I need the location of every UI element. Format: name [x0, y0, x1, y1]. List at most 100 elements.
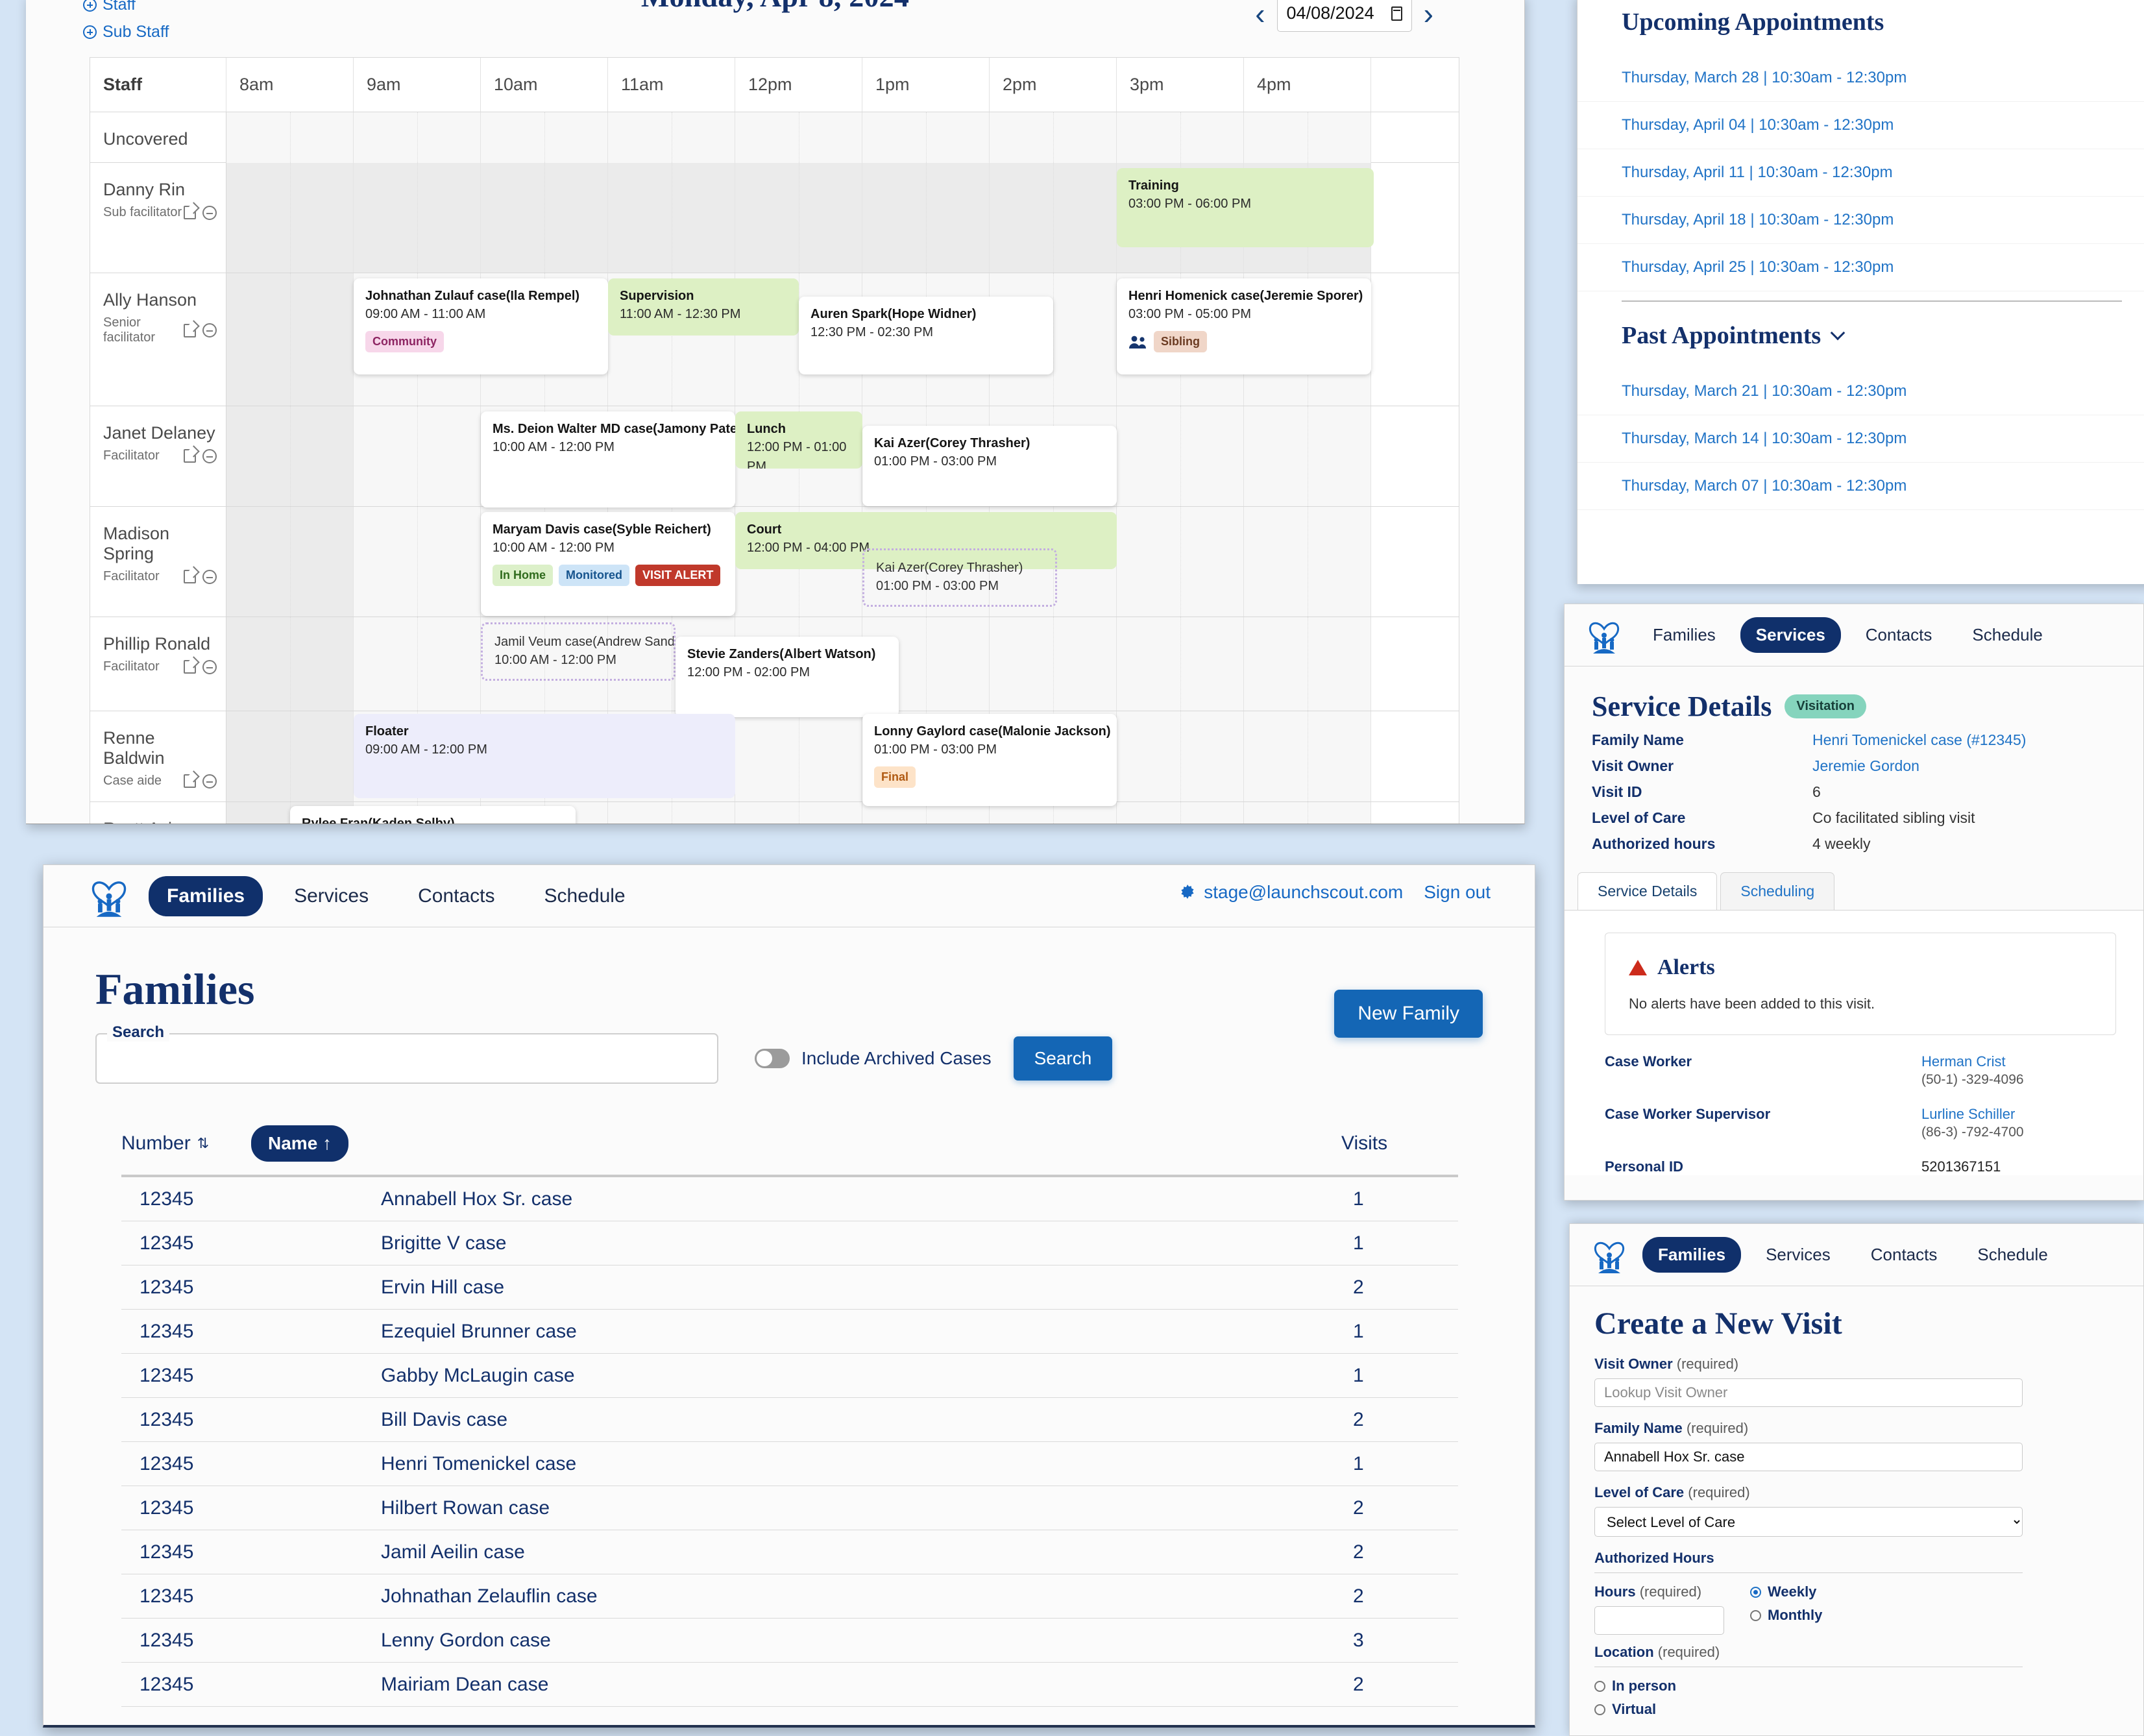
- calendar-hour-cell[interactable]: [862, 163, 990, 273]
- cell-name[interactable]: Annabell Hox Sr. case: [251, 1188, 1341, 1210]
- table-row[interactable]: 12345 Henri Tomenickel case 1: [121, 1442, 1458, 1486]
- calendar-hour-cell[interactable]: [735, 711, 862, 801]
- upcoming-appointment-item[interactable]: Thursday, April 18 | 10:30am - 12:30pm: [1578, 197, 2144, 244]
- gear-icon[interactable]: [1179, 884, 1196, 901]
- calendar-hour-cell[interactable]: [1117, 802, 1244, 824]
- calendar-hour-cell[interactable]: [226, 711, 354, 801]
- calendar-event[interactable]: Kai Azer(Corey Thrasher) 01:00 PM - 03:00…: [862, 548, 1057, 607]
- remove-icon[interactable]: [202, 323, 217, 337]
- table-row[interactable]: 12345 Gabby McLaugin case 1: [121, 1354, 1458, 1398]
- calendar-hour-cell[interactable]: [354, 507, 481, 617]
- calendar-hour-cell[interactable]: [481, 163, 608, 273]
- calendar-hour-cell[interactable]: [226, 406, 354, 506]
- remove-icon[interactable]: [202, 659, 217, 674]
- family-name-input[interactable]: [1594, 1443, 2023, 1471]
- calendar-event[interactable]: Floater 09:00 AM - 12:00 PM: [354, 714, 735, 798]
- column-header-name-button[interactable]: Name ↑: [251, 1125, 349, 1162]
- hours-input[interactable]: [1594, 1606, 1724, 1635]
- virtual-radio-row[interactable]: Virtual: [1594, 1701, 2119, 1718]
- calendar-track[interactable]: Rylee Fran(Kaden Selby)08:30 AM - 11:30 …: [226, 802, 1459, 824]
- nav-schedule[interactable]: Schedule: [526, 876, 644, 916]
- upcoming-appointment-item[interactable]: Thursday, March 28 | 10:30am - 12:30pm: [1578, 55, 2144, 102]
- user-email[interactable]: stage@launchscout.com: [1179, 882, 1403, 903]
- edit-icon[interactable]: [184, 323, 196, 337]
- in-person-radio-row[interactable]: In person: [1594, 1678, 2119, 1694]
- cell-name[interactable]: Hilbert Rowan case: [251, 1497, 1341, 1519]
- nav-contacts[interactable]: Contacts: [400, 876, 513, 916]
- cell-name[interactable]: Bill Davis case: [251, 1409, 1341, 1431]
- calendar-hour-cell[interactable]: [354, 163, 481, 273]
- calendar-track[interactable]: Training 03:00 PM - 06:00 PM: [226, 163, 1459, 273]
- calendar-hour-cell[interactable]: [354, 406, 481, 506]
- level-of-care-select[interactable]: Select Level of Care: [1594, 1507, 2023, 1537]
- table-row[interactable]: 12345 Ervin Hill case 2: [121, 1265, 1458, 1310]
- tab-service-details[interactable]: Service Details: [1578, 872, 1718, 910]
- calendar-hour-cell[interactable]: [226, 273, 354, 406]
- calendar-event[interactable]: Jamil Veum case(Andrew Sanders) 10:00 AM …: [481, 622, 676, 681]
- upcoming-appointment-item[interactable]: Thursday, April 25 | 10:30am - 12:30pm: [1578, 244, 2144, 291]
- visit-owner-input[interactable]: [1594, 1378, 2023, 1407]
- calendar-hour-cell[interactable]: [226, 163, 354, 273]
- edit-icon[interactable]: [184, 449, 196, 463]
- next-day-button[interactable]: ›: [1424, 0, 1433, 29]
- nav-families[interactable]: Families: [1637, 617, 1731, 653]
- calendar-hour-cell[interactable]: [990, 617, 1117, 711]
- calendar-hour-cell[interactable]: [1244, 711, 1371, 801]
- calendar-hour-cell[interactable]: [990, 163, 1117, 273]
- previous-day-button[interactable]: ‹: [1255, 0, 1265, 29]
- calendar-hour-cell[interactable]: [1244, 617, 1371, 711]
- nav-services[interactable]: Services: [1750, 1237, 1846, 1273]
- past-appointment-item[interactable]: Thursday, March 07 | 10:30am - 12:30pm: [1578, 463, 2144, 510]
- monthly-radio[interactable]: [1750, 1609, 1761, 1621]
- service-field-value[interactable]: Jeremie Gordon: [1812, 757, 1919, 775]
- sign-out-link[interactable]: Sign out: [1424, 882, 1491, 903]
- nav-families[interactable]: Families: [149, 875, 263, 916]
- cell-name[interactable]: Mairiam Dean case: [251, 1674, 1341, 1696]
- cell-name[interactable]: Lenny Gordon case: [251, 1630, 1341, 1652]
- search-input[interactable]: [95, 1033, 718, 1084]
- cell-name[interactable]: Johnathan Zelauflin case: [251, 1585, 1341, 1608]
- upcoming-appointment-item[interactable]: Thursday, April 04 | 10:30am - 12:30pm: [1578, 102, 2144, 149]
- upcoming-appointment-item[interactable]: Thursday, April 11 | 10:30am - 12:30pm: [1578, 149, 2144, 197]
- cell-name[interactable]: Ervin Hill case: [251, 1277, 1341, 1299]
- calendar-hour-cell[interactable]: [1244, 406, 1371, 506]
- calendar-event[interactable]: Auren Spark(Hope Widner) 12:30 PM - 02:30…: [799, 297, 1053, 374]
- calendar-event[interactable]: Henri Homenick case(Jeremie Sporer) 03:00…: [1117, 278, 1371, 374]
- nav-contacts[interactable]: Contacts: [1850, 617, 1948, 653]
- include-archived-toggle[interactable]: [755, 1049, 790, 1068]
- cell-name[interactable]: Jamil Aeilin case: [251, 1541, 1341, 1563]
- calendar-hour-cell[interactable]: [735, 163, 862, 273]
- calendar-track[interactable]: Johnathan Zulauf case(Ila Rempel) 09:00 A…: [226, 273, 1459, 406]
- table-row[interactable]: 12345 Lenny Gordon case 3: [121, 1619, 1458, 1663]
- calendar-hour-cell[interactable]: [1117, 711, 1244, 801]
- calendar-event[interactable]: Stevie Zanders(Albert Watson) 12:00 PM - …: [676, 637, 899, 717]
- in-person-radio[interactable]: [1594, 1680, 1605, 1692]
- nav-families[interactable]: Families: [1642, 1237, 1742, 1273]
- remove-icon[interactable]: [202, 569, 217, 584]
- new-family-button[interactable]: New Family: [1334, 990, 1483, 1038]
- calendar-hour-cell[interactable]: [608, 163, 735, 273]
- calendar-track[interactable]: Ms. Deion Walter MD case(Jamony Pate) 10:…: [226, 406, 1459, 507]
- calendar-hour-cell[interactable]: [1117, 507, 1244, 617]
- search-button[interactable]: Search: [1013, 1036, 1113, 1081]
- calendar-track[interactable]: Jamil Veum case(Andrew Sanders) 10:00 AM …: [226, 617, 1459, 717]
- nav-services[interactable]: Services: [276, 876, 387, 916]
- calendar-event[interactable]: Training 03:00 PM - 06:00 PM: [1117, 168, 1374, 247]
- calendar-hour-cell[interactable]: [354, 617, 481, 711]
- table-row[interactable]: 12345 Mairiam Dean case 2: [121, 1663, 1458, 1707]
- nav-schedule[interactable]: Schedule: [1962, 1237, 2063, 1273]
- remove-icon[interactable]: [202, 774, 217, 789]
- past-appointment-item[interactable]: Thursday, March 14 | 10:30am - 12:30pm: [1578, 415, 2144, 463]
- nav-contacts[interactable]: Contacts: [1855, 1237, 1953, 1273]
- calendar-track[interactable]: Maryam Davis case(Syble Reichert) 10:00 A…: [226, 507, 1459, 617]
- calendar-event[interactable]: Kai Azer(Corey Thrasher) 01:00 PM - 03:00…: [862, 426, 1117, 506]
- calendar-hour-cell[interactable]: [226, 507, 354, 617]
- edit-icon[interactable]: [184, 570, 196, 583]
- table-row[interactable]: 12345 Annabell Hox Sr. case 1: [121, 1177, 1458, 1221]
- cell-name[interactable]: Gabby McLaugin case: [251, 1365, 1341, 1387]
- calendar-event[interactable]: Lunch 12:00 PM - 01:00 PM: [735, 411, 862, 469]
- column-header-name[interactable]: Name ↑: [251, 1125, 1341, 1162]
- calendar-track[interactable]: Floater 09:00 AM - 12:00 PM Lonny Gaylord …: [226, 711, 1459, 806]
- edit-icon[interactable]: [184, 774, 196, 788]
- table-row[interactable]: 12345 Brigitte V case 1: [121, 1221, 1458, 1265]
